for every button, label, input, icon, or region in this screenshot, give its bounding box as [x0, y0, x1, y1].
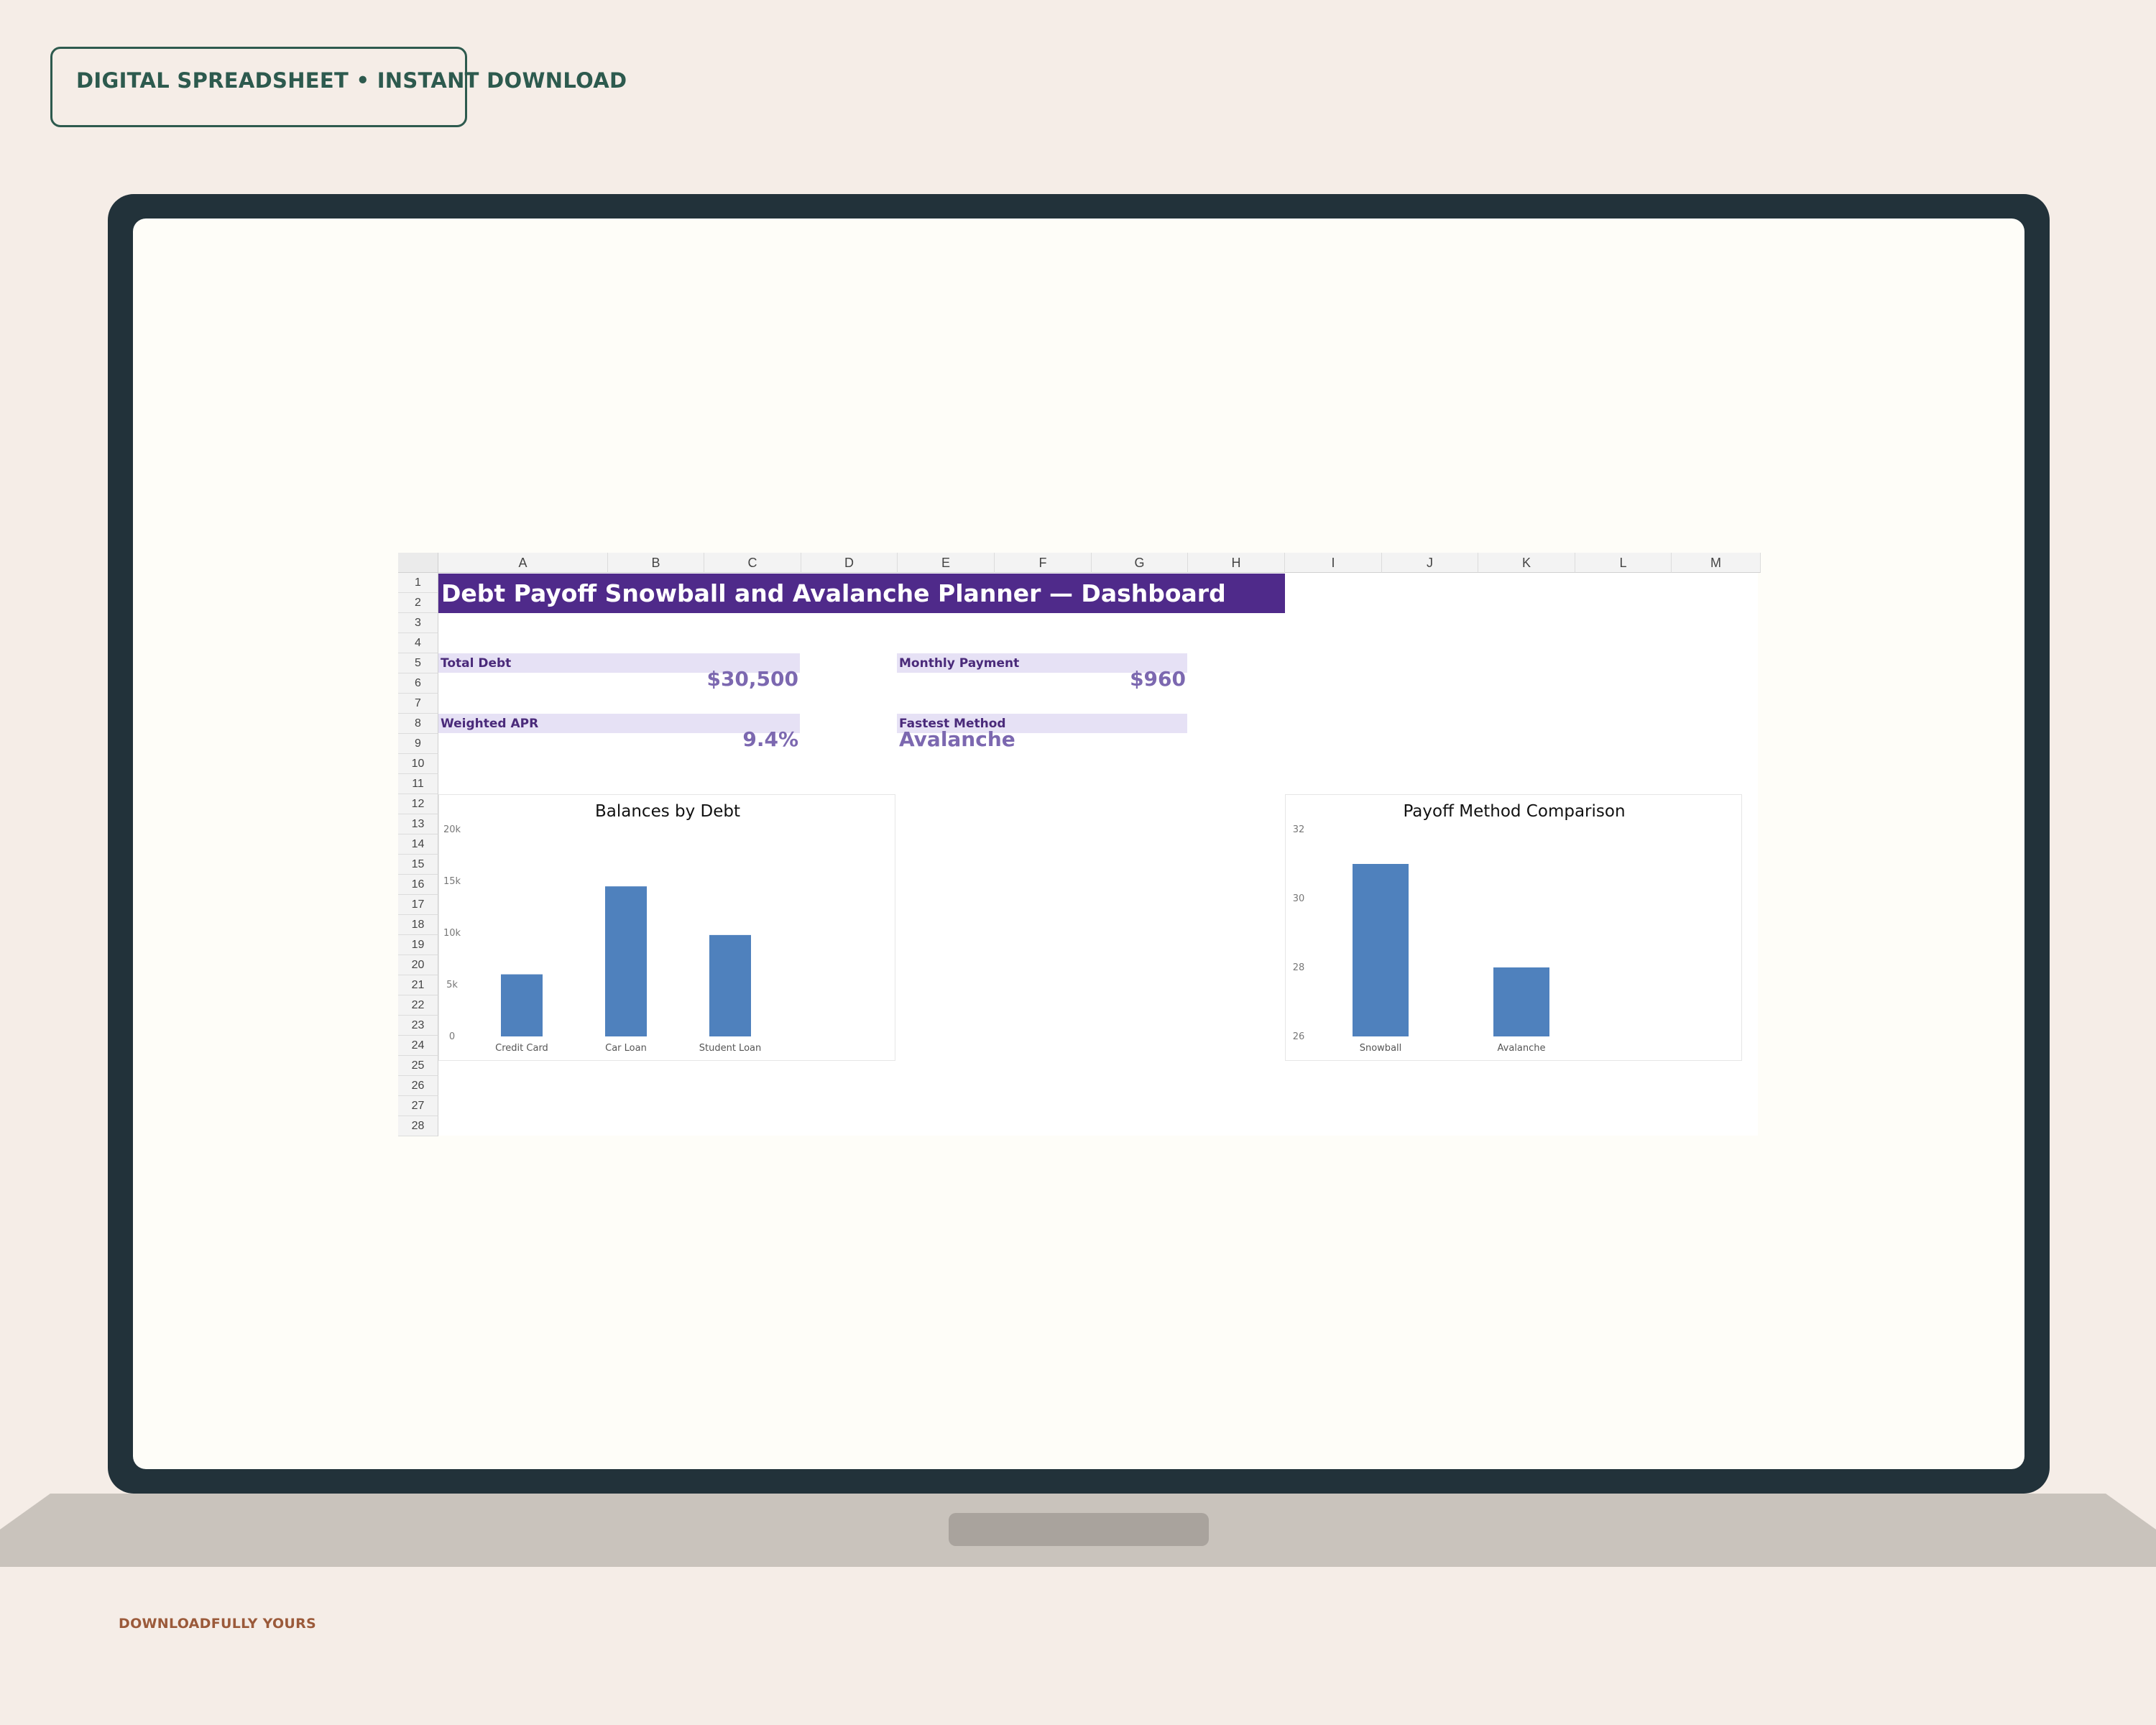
row-header-25[interactable]: 25 — [398, 1056, 438, 1076]
row-header-7[interactable]: 7 — [398, 694, 438, 714]
row-header-19[interactable]: 19 — [398, 935, 438, 955]
column-header-k[interactable]: K — [1478, 553, 1575, 573]
y-tick-label: 32 — [1293, 824, 1305, 835]
row-header-23[interactable]: 23 — [398, 1016, 438, 1036]
y-tick-label: 10k — [443, 928, 461, 939]
payoff-method-comparison-svg: Payoff Method Comparison 26 28 30 32 Snowball… — [1293, 802, 1626, 1054]
x-category-label: Credit Card — [495, 1043, 548, 1054]
row-header-28[interactable]: 28 — [398, 1116, 438, 1136]
fastest-method-value[interactable]: Avalanche — [899, 729, 1187, 750]
column-header-f[interactable]: F — [995, 553, 1092, 573]
select-all-corner[interactable] — [398, 553, 438, 573]
row-header-1[interactable]: 1 — [398, 573, 438, 593]
balances-by-debt-chart[interactable]: Balances by Debt 0 5k 10k 15k 20k Credit Card C… — [438, 794, 895, 1061]
row-header-26[interactable]: 26 — [398, 1076, 438, 1096]
column-header-i[interactable]: I — [1285, 553, 1382, 573]
column-header-a[interactable]: A — [438, 553, 608, 573]
row-header-2[interactable]: 2 — [398, 593, 438, 613]
row-header-11[interactable]: 11 — [398, 774, 438, 794]
column-header-h[interactable]: H — [1188, 553, 1285, 573]
bar-snowball[interactable] — [1353, 864, 1409, 1036]
payoff-method-comparison-chart[interactable]: Payoff Method Comparison 26 28 30 32 Snowball… — [1285, 794, 1742, 1061]
chart-title: Balances by Debt — [595, 802, 740, 821]
column-header-b[interactable]: B — [608, 553, 704, 573]
row-header-10[interactable]: 10 — [398, 754, 438, 774]
bar-car-loan[interactable] — [605, 886, 647, 1036]
column-header-e[interactable]: E — [898, 553, 995, 573]
column-header-d[interactable]: D — [801, 553, 898, 573]
x-category-label: Student Loan — [699, 1043, 761, 1054]
row-header-21[interactable]: 21 — [398, 975, 438, 995]
row-header-15[interactable]: 15 — [398, 855, 438, 875]
row-header-13[interactable]: 13 — [398, 814, 438, 834]
column-header-j[interactable]: J — [1382, 553, 1478, 573]
laptop-trackpad — [949, 1513, 1209, 1546]
balances-by-debt-svg: Balances by Debt 0 5k 10k 15k 20k Credit Card C… — [443, 802, 761, 1054]
x-category-label: Avalanche — [1498, 1043, 1546, 1054]
row-header-17[interactable]: 17 — [398, 895, 438, 915]
column-header-l[interactable]: L — [1575, 553, 1672, 573]
y-tick-label: 28 — [1293, 962, 1305, 973]
row-header-24[interactable]: 24 — [398, 1036, 438, 1056]
x-category-label: Car Loan — [605, 1043, 647, 1054]
y-tick-label: 30 — [1293, 893, 1305, 904]
y-tick-label: 15k — [443, 876, 461, 887]
bar-student-loan[interactable] — [709, 934, 751, 1036]
row-header-22[interactable]: 22 — [398, 995, 438, 1016]
column-header-m[interactable]: M — [1672, 553, 1761, 573]
column-header-c[interactable]: C — [704, 553, 801, 573]
row-header-20[interactable]: 20 — [398, 955, 438, 975]
y-tick-label: 5k — [446, 980, 458, 990]
row-header-14[interactable]: 14 — [398, 834, 438, 855]
chart-title: Payoff Method Comparison — [1403, 802, 1625, 821]
row-header-8[interactable]: 8 — [398, 714, 438, 734]
row-header-5[interactable]: 5 — [398, 653, 438, 673]
total-debt-value[interactable]: $30,500 — [438, 668, 798, 690]
bar-credit-card[interactable] — [501, 974, 543, 1036]
x-category-label: Snowball — [1360, 1043, 1402, 1054]
row-header-12[interactable]: 12 — [398, 794, 438, 814]
row-header-6[interactable]: 6 — [398, 673, 438, 694]
row-header-27[interactable]: 27 — [398, 1096, 438, 1116]
row-header-3[interactable]: 3 — [398, 613, 438, 633]
column-header-g[interactable]: G — [1092, 553, 1188, 573]
row-header-18[interactable]: 18 — [398, 915, 438, 935]
spreadsheet: ABCDEFGHIJKLM 1 2 3 4 5 6 7 8 9 10 11 12 13 14 15 16 17 1… — [398, 553, 1761, 1136]
row-header-9[interactable]: 9 — [398, 734, 438, 754]
y-tick-label: 26 — [1293, 1031, 1305, 1042]
row-header-16[interactable]: 16 — [398, 875, 438, 895]
row-header-4[interactable]: 4 — [398, 633, 438, 653]
monthly-payment-value[interactable]: $960 — [897, 668, 1186, 690]
y-tick-label: 0 — [449, 1031, 455, 1042]
product-badge-text: DIGITAL SPREADSHEET • INSTANT DOWNLOAD — [76, 68, 627, 93]
weighted-apr-value[interactable]: 9.4% — [438, 729, 798, 750]
dashboard-title[interactable]: Debt Payoff Snowball and Avalanche Plann… — [438, 574, 1285, 613]
bar-avalanche[interactable] — [1493, 967, 1549, 1036]
brand-footer: DOWNLOADFULLY YOURS — [119, 1616, 317, 1632]
y-tick-label: 20k — [443, 824, 461, 835]
